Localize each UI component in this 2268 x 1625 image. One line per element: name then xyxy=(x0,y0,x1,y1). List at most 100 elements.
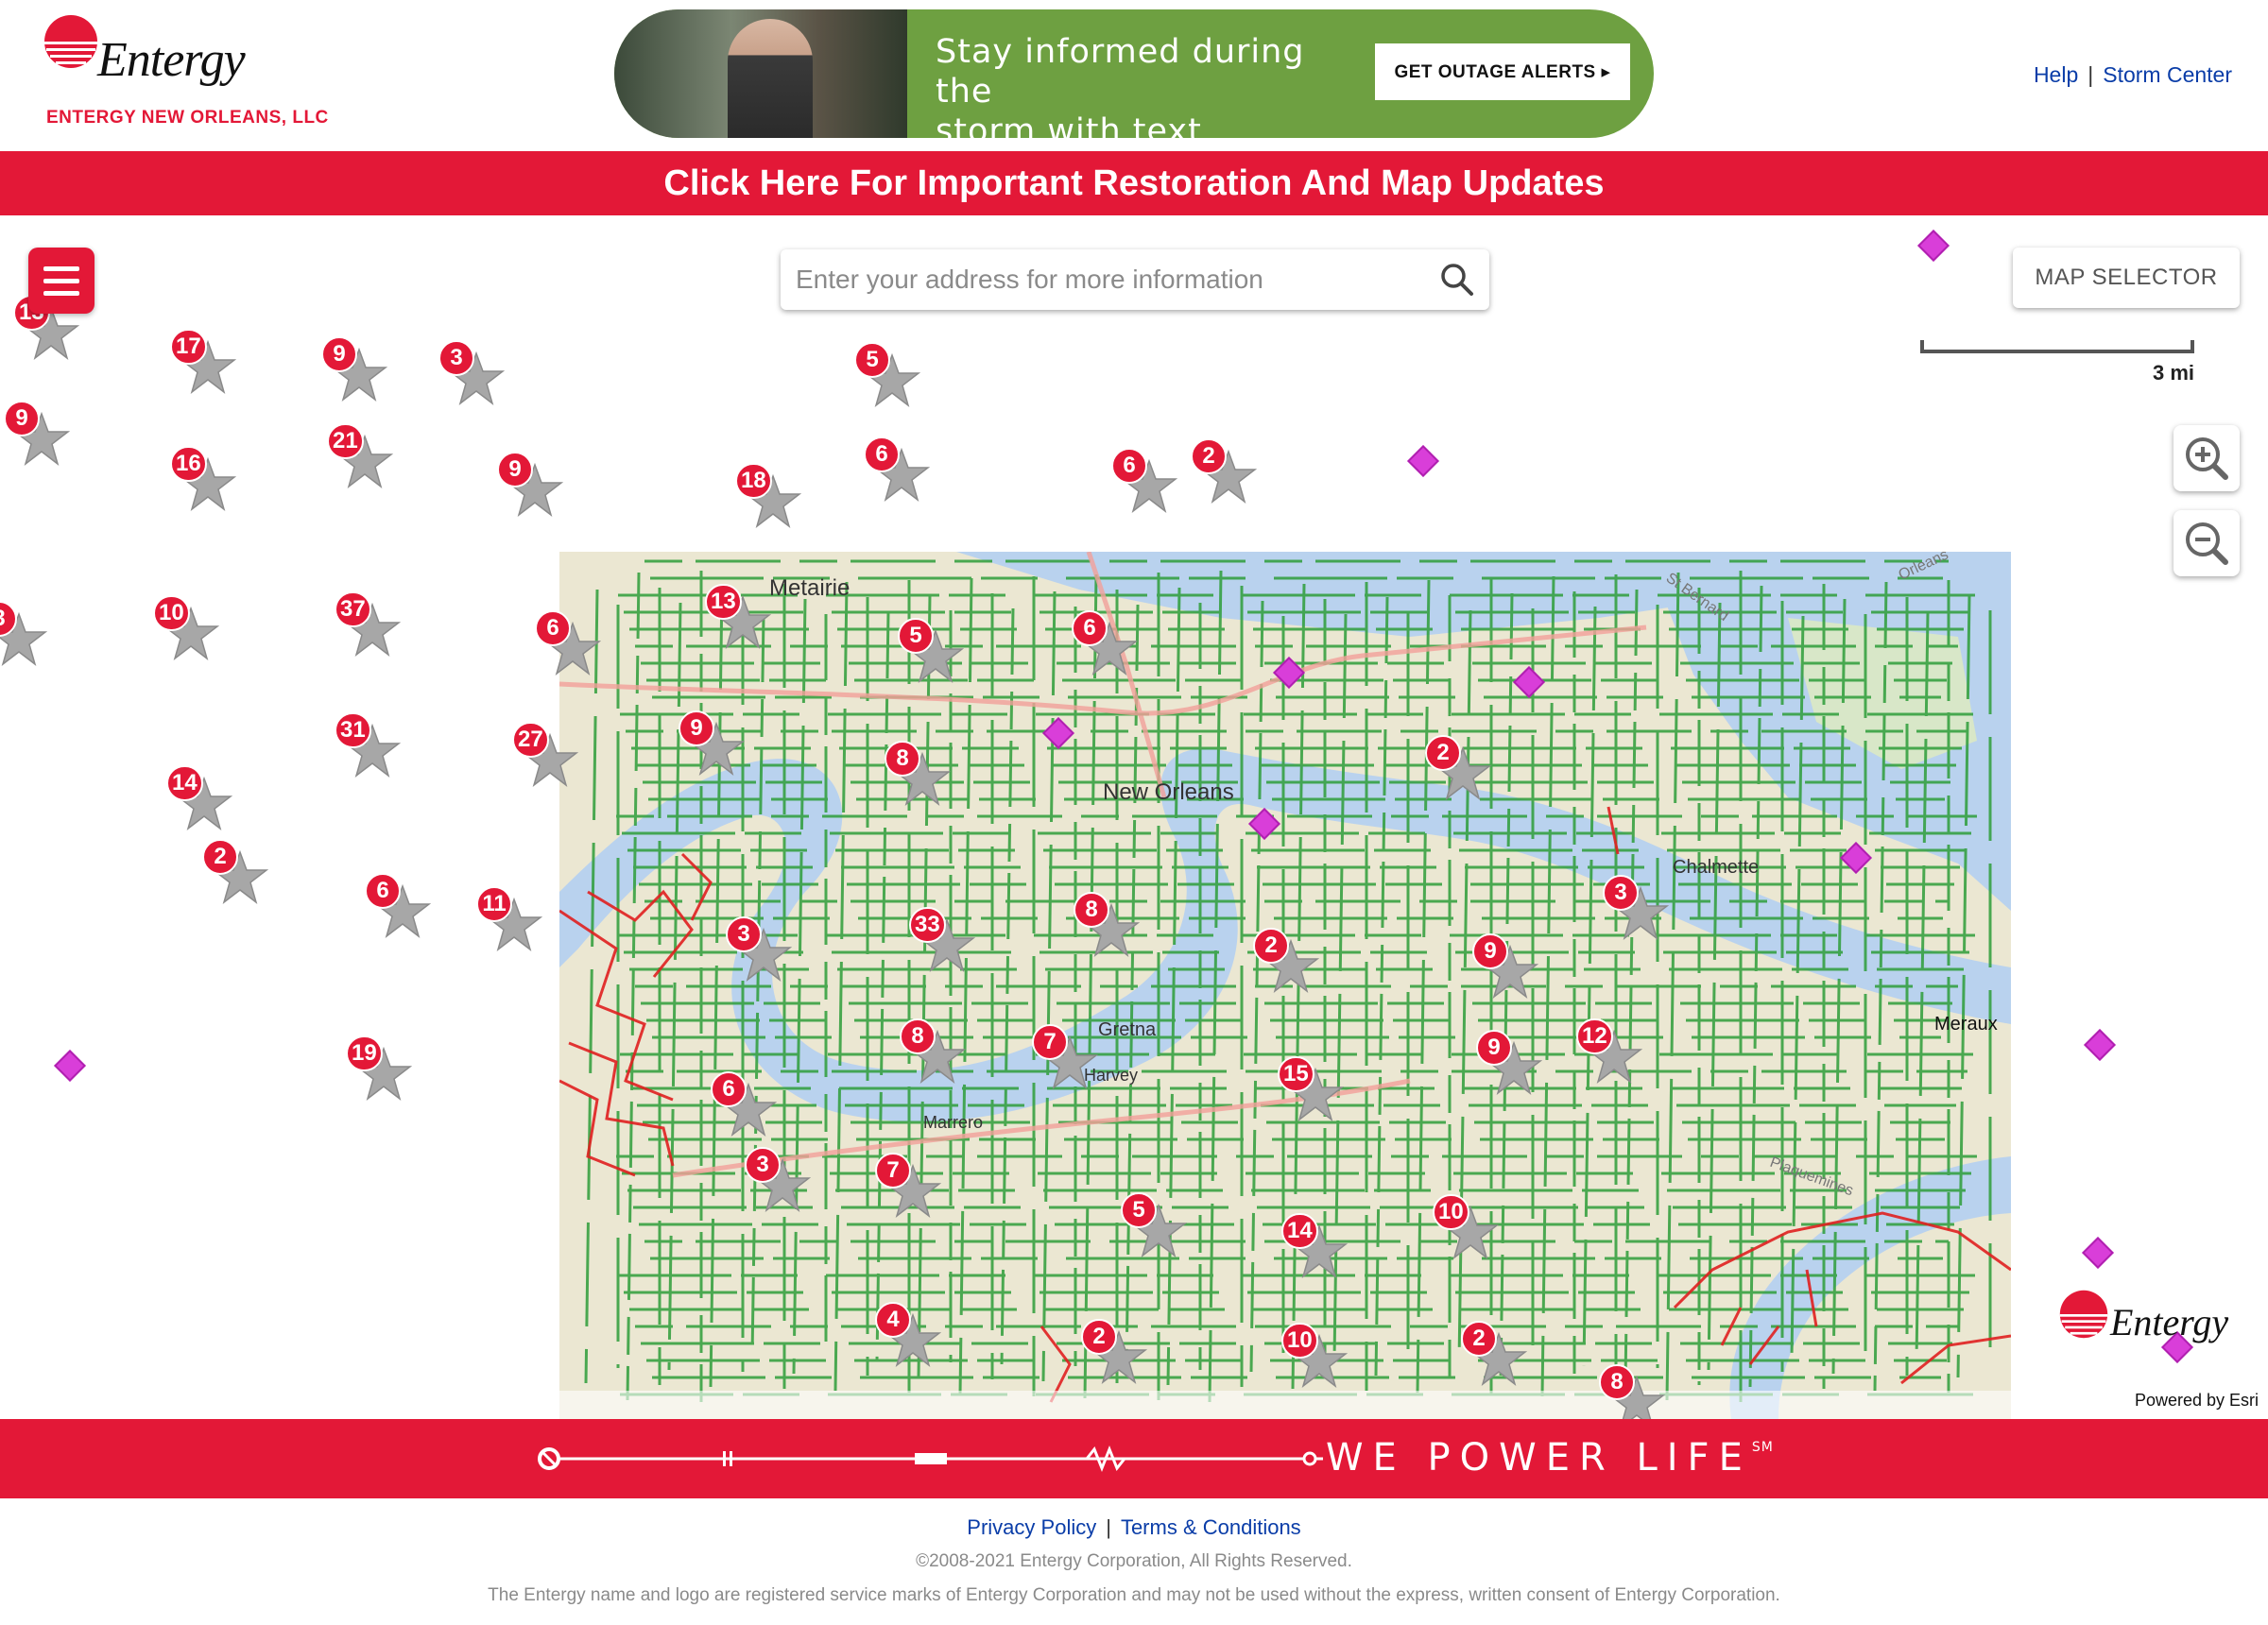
help-link[interactable]: Help xyxy=(2034,62,2078,87)
outage-marker[interactable]: 11 xyxy=(476,886,552,962)
outage-marker[interactable]: 10 xyxy=(1433,1194,1508,1270)
entergy-logo[interactable]: Entergy xyxy=(43,13,326,98)
scale-line xyxy=(1920,340,2194,353)
menu-button[interactable] xyxy=(28,248,94,314)
outage-marker[interactable]: 2 xyxy=(202,839,278,915)
outage-marker[interactable]: 3 xyxy=(1603,875,1678,950)
outage-marker[interactable]: 3 xyxy=(726,916,801,992)
outage-marker[interactable]: 2 xyxy=(1425,735,1501,811)
outage-marker[interactable]: 3 xyxy=(438,340,514,416)
service-mark: SM xyxy=(1751,1440,1774,1455)
outage-marker[interactable]: 12 xyxy=(1576,1018,1652,1094)
outage-marker[interactable]: 9 xyxy=(1476,1030,1552,1105)
restoration-updates-bar[interactable]: Click Here For Important Restoration And… xyxy=(0,151,2268,215)
outage-marker[interactable]: 18 xyxy=(735,463,811,539)
outage-marker[interactable]: 4 xyxy=(875,1302,951,1377)
banner-photo xyxy=(614,9,907,138)
outage-marker[interactable]: 8 xyxy=(1599,1364,1675,1419)
zoom-in-icon xyxy=(2186,437,2228,480)
crew-location-icon[interactable] xyxy=(54,1050,86,1082)
banner-text: Stay informed during the storm with text… xyxy=(936,32,1370,138)
outage-marker[interactable]: 14 xyxy=(1281,1213,1357,1289)
outage-marker[interactable]: 33 xyxy=(909,907,985,983)
outage-marker[interactable]: 9 xyxy=(321,336,397,412)
outage-marker[interactable]: 9 xyxy=(497,452,573,527)
outage-marker[interactable]: 31 xyxy=(335,712,410,788)
outage-marker[interactable]: 6 xyxy=(365,873,440,949)
outage-marker[interactable]: 8 xyxy=(885,741,960,816)
outage-marker[interactable]: 5 xyxy=(854,342,930,418)
outage-marker[interactable]: 19 xyxy=(346,1035,421,1111)
terms-conditions-link[interactable]: Terms & Conditions xyxy=(1121,1515,1301,1539)
search-input[interactable] xyxy=(796,249,1400,310)
outage-count-badge: 8 xyxy=(900,1018,936,1054)
outage-marker[interactable]: 37 xyxy=(335,591,410,667)
outage-marker[interactable]: 10 xyxy=(1281,1323,1357,1398)
outage-marker[interactable]: 2 xyxy=(1253,928,1329,1003)
outage-marker[interactable]: 6 xyxy=(1111,448,1187,523)
crew-location-icon[interactable] xyxy=(1273,657,1305,689)
outage-marker[interactable]: 9 xyxy=(4,401,79,476)
powered-by-esri[interactable]: Powered by Esri xyxy=(2135,1391,2259,1411)
outage-marker[interactable]: 2 xyxy=(1191,438,1266,514)
outage-marker[interactable]: 5 xyxy=(898,618,973,693)
outage-marker[interactable]: 17 xyxy=(170,329,246,404)
outage-count-badge: 8 xyxy=(1074,892,1109,928)
outage-marker[interactable]: 2 xyxy=(1081,1319,1157,1394)
outage-marker[interactable]: 3 xyxy=(745,1147,820,1223)
link-separator: | xyxy=(2088,62,2094,87)
outage-marker[interactable]: 6 xyxy=(535,610,610,686)
outage-marker[interactable]: 9 xyxy=(679,710,754,786)
outage-marker[interactable]: 3 xyxy=(0,601,57,676)
storm-center-link[interactable]: Storm Center xyxy=(2103,62,2232,87)
outage-marker[interactable]: 21 xyxy=(327,423,403,499)
outage-count-badge: 37 xyxy=(335,591,371,627)
crew-location-icon[interactable] xyxy=(1917,230,1950,262)
outage-count-badge: 10 xyxy=(153,595,190,631)
outage-marker[interactable]: 9 xyxy=(1472,933,1548,1009)
search-icon[interactable] xyxy=(1438,261,1476,299)
address-search[interactable] xyxy=(781,249,1489,310)
crew-location-icon[interactable] xyxy=(1042,717,1074,749)
outage-marker[interactable]: 7 xyxy=(875,1153,951,1228)
crew-location-icon[interactable] xyxy=(1407,445,1439,477)
outage-count-badge: 2 xyxy=(1461,1321,1497,1357)
outage-marker[interactable]: 6 xyxy=(864,436,939,512)
outage-marker[interactable]: 16 xyxy=(170,446,246,522)
outage-alerts-banner[interactable]: Stay informed during the storm with text… xyxy=(614,9,1654,138)
outage-marker[interactable]: 8 xyxy=(900,1018,975,1094)
crew-location-icon[interactable] xyxy=(2082,1237,2114,1269)
crew-location-icon[interactable] xyxy=(1840,842,1872,874)
outage-count-badge: 9 xyxy=(679,710,714,746)
outage-count-badge: 6 xyxy=(711,1071,747,1107)
outage-count-badge: 2 xyxy=(202,839,238,875)
scale-label: 3 mi xyxy=(2152,361,2194,385)
outage-marker[interactable]: 10 xyxy=(153,595,229,671)
map-selector-button[interactable]: MAP SELECTOR xyxy=(2013,248,2240,308)
zoom-in-button[interactable] xyxy=(2174,425,2240,491)
outage-marker[interactable]: 8 xyxy=(1074,892,1149,967)
outage-count-badge: 14 xyxy=(166,765,203,801)
outage-marker[interactable]: 15 xyxy=(1278,1056,1353,1132)
outage-marker[interactable]: 5 xyxy=(1121,1192,1196,1268)
outage-marker[interactable]: 2 xyxy=(1461,1321,1537,1396)
crew-location-icon[interactable] xyxy=(1248,808,1280,840)
crew-location-icon[interactable] xyxy=(1513,666,1545,698)
outage-count-badge: 10 xyxy=(1433,1194,1469,1230)
outage-marker[interactable]: 27 xyxy=(512,722,588,797)
outage-marker[interactable]: 13 xyxy=(705,584,781,659)
zoom-out-button[interactable] xyxy=(2174,510,2240,576)
outage-count-badge: 3 xyxy=(438,340,474,376)
crew-location-icon[interactable] xyxy=(2084,1029,2116,1061)
outage-count-badge: 6 xyxy=(864,436,900,472)
outage-marker[interactable]: 6 xyxy=(711,1071,786,1147)
outage-count-badge: 7 xyxy=(1032,1024,1068,1060)
outage-map[interactable]: Metairie New Orleans Gretna Harvey Marre… xyxy=(0,215,2268,1419)
outage-marker[interactable]: 6 xyxy=(1072,610,1147,686)
outage-marker[interactable]: 14 xyxy=(166,765,242,841)
get-outage-alerts-button[interactable]: GET OUTAGE ALERTS ▸ xyxy=(1375,43,1630,100)
outage-count-badge: 2 xyxy=(1253,928,1289,964)
tagline-bar: WE POWER LIFESM xyxy=(0,1419,2268,1498)
privacy-policy-link[interactable]: Privacy Policy xyxy=(967,1515,1096,1539)
outage-marker[interactable]: 7 xyxy=(1032,1024,1108,1100)
